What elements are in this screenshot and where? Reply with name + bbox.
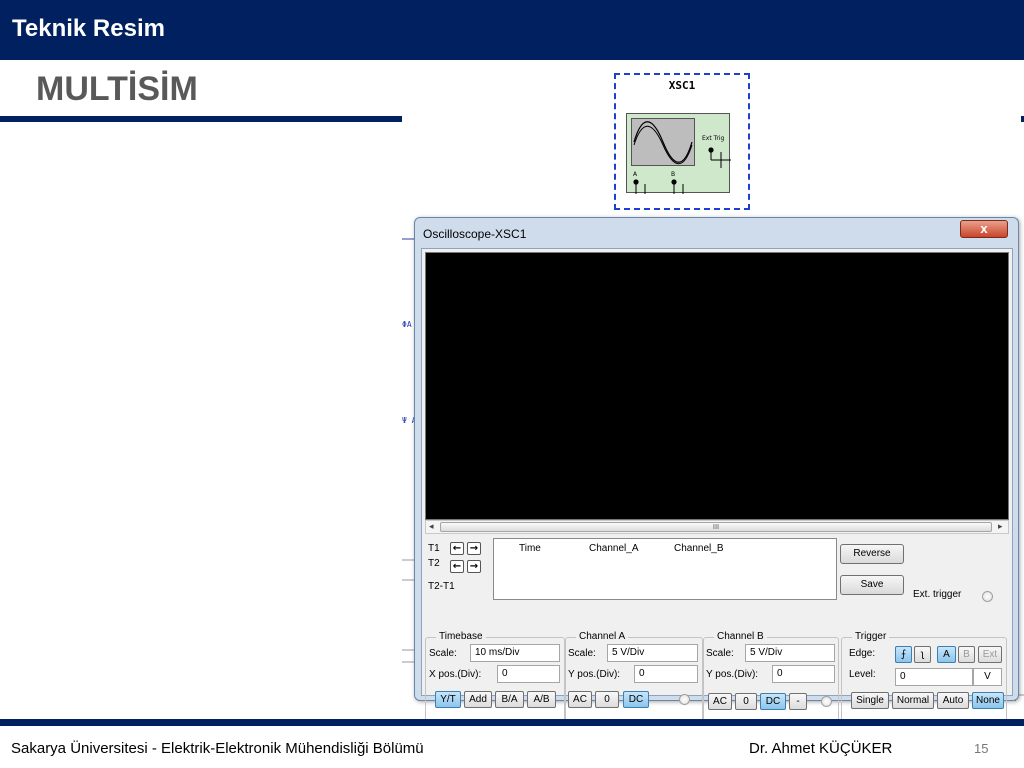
window-title: Oscilloscope-XSC1: [423, 227, 527, 241]
channel-b-group: Channel B Scale: 5 V/Div Y pos.(Div): 0 …: [703, 631, 839, 723]
t2-right-arrow-icon[interactable]: →: [467, 560, 481, 573]
timebase-xpos-field[interactable]: 0: [497, 665, 560, 683]
measure-header-time: Time: [519, 543, 541, 554]
channel-b-radio[interactable]: [821, 696, 832, 707]
trigger-edge-label: Edge:: [849, 648, 876, 659]
measure-header-channel-a: Channel_A: [589, 543, 639, 554]
channel-b-ypos-field[interactable]: 0: [772, 665, 835, 683]
channel-b-minus-button[interactable]: -: [789, 693, 807, 710]
trigger-single-button[interactable]: Single: [851, 692, 889, 709]
channel-a-scale-field[interactable]: 5 V/Div: [607, 644, 698, 662]
channel-b-ac-button[interactable]: AC: [708, 693, 732, 710]
channel-b-ypos-label: Y pos.(Div):: [706, 669, 759, 680]
pin-b-label: B: [671, 171, 676, 178]
footer-institution: Sakarya Üniversitesi - Elektrik-Elektron…: [11, 740, 424, 757]
schematic-label-a: ΦA: [402, 320, 412, 329]
rising-edge-icon[interactable]: ⨍: [895, 646, 912, 663]
t1-right-arrow-icon[interactable]: →: [467, 542, 481, 555]
oscilloscope-window[interactable]: Oscilloscope-XSC1 x ◂ III ▸ T1 ← → T2 ← …: [414, 217, 1019, 723]
channel-b-dc-button[interactable]: DC: [760, 693, 786, 710]
t1-left-arrow-icon[interactable]: ←: [450, 542, 464, 555]
trigger-none-button[interactable]: None: [972, 692, 1004, 709]
ext-trigger-radio[interactable]: [982, 591, 993, 602]
timebase-scale-label: Scale:: [429, 648, 457, 659]
close-icon: x: [980, 221, 988, 236]
channel-b-scale-field[interactable]: 5 V/Div: [745, 644, 835, 662]
add-button[interactable]: Add: [464, 691, 492, 708]
trigger-title: Trigger: [852, 631, 890, 642]
scroll-right-icon[interactable]: ▸: [998, 521, 1003, 533]
reverse-button[interactable]: Reverse: [840, 544, 904, 564]
timebase-xpos-label: X pos.(Div):: [429, 669, 482, 680]
trigger-level-unit[interactable]: V: [973, 668, 1002, 686]
cursor-t1-label: T1: [428, 543, 440, 554]
header-title: Teknik Resim: [12, 15, 165, 42]
measurement-table: Time Channel_A Channel_B: [493, 538, 837, 600]
scope-display[interactable]: [425, 252, 1009, 520]
channel-a-radio[interactable]: [679, 694, 690, 705]
subtitle-underline: [0, 116, 402, 122]
footer-bar: [0, 719, 1024, 726]
ext-trigger-label: Ext. trigger: [913, 589, 962, 600]
channel-a-ypos-field[interactable]: 0: [634, 665, 698, 683]
trigger-group: Trigger Edge: ⨍ ʅ A B Ext Level: 0 V Sin…: [841, 631, 1007, 723]
timebase-scale-field[interactable]: 10 ms/Div: [470, 644, 560, 662]
channel-b-scale-label: Scale:: [706, 648, 734, 659]
channel-b-title: Channel B: [714, 631, 767, 642]
trigger-source-a-button[interactable]: A: [937, 646, 956, 663]
channel-a-dc-button[interactable]: DC: [623, 691, 649, 708]
falling-edge-icon[interactable]: ʅ: [914, 646, 931, 663]
channel-a-title: Channel A: [576, 631, 629, 642]
timebase-title: Timebase: [436, 631, 486, 642]
instrument-body: Ext Trig A B: [626, 113, 731, 194]
trigger-level-field[interactable]: 0: [895, 668, 973, 686]
a-over-b-button[interactable]: A/B: [527, 691, 556, 708]
b-over-a-button[interactable]: B/A: [495, 691, 524, 708]
slide: Teknik Resim MULTİSİM ΦA Ψ A ran XSC1 E: [0, 0, 1024, 768]
oscilloscope-client: ◂ III ▸ T1 ← → T2 ← → T2-T1 Time Channel…: [421, 248, 1013, 723]
footer-author: Dr. Ahmet KÜÇÜKER: [749, 740, 893, 757]
instrument-terminals: [633, 147, 731, 194]
measure-header-channel-b: Channel_B: [674, 543, 724, 554]
save-button[interactable]: Save: [840, 575, 904, 595]
trigger-normal-button[interactable]: Normal: [892, 692, 934, 709]
trigger-source-b-button[interactable]: B: [958, 646, 975, 663]
trigger-auto-button[interactable]: Auto: [937, 692, 969, 709]
instrument-name: XSC1: [668, 79, 696, 92]
yt-button[interactable]: Y/T: [435, 691, 461, 708]
pin-a-label: A: [633, 171, 638, 178]
channel-a-group: Channel A Scale: 5 V/Div Y pos.(Div): 0 …: [565, 631, 703, 723]
channel-a-ypos-label: Y pos.(Div):: [568, 669, 621, 680]
header-bar: Teknik Resim: [0, 0, 1024, 60]
t2-left-arrow-icon[interactable]: ←: [450, 560, 464, 573]
scroll-left-icon[interactable]: ◂: [429, 521, 434, 533]
oscilloscope-instrument-symbol[interactable]: XSC1 Ext Trig A B: [614, 73, 750, 210]
timebase-group: Timebase Scale: 10 ms/Div X pos.(Div): 0…: [425, 631, 565, 723]
trigger-source-ext-button[interactable]: Ext: [978, 646, 1002, 663]
close-button[interactable]: x: [960, 220, 1008, 238]
channel-b-zero-button[interactable]: 0: [735, 693, 757, 710]
cursor-t2-label: T2: [428, 558, 440, 569]
cursor-t2t1-label: T2-T1: [428, 581, 455, 592]
page-number: 15: [974, 741, 989, 756]
horizontal-scrollbar[interactable]: ◂ III ▸: [425, 520, 1009, 534]
slide-subtitle: MULTİSİM: [36, 70, 198, 108]
trigger-level-label: Level:: [849, 669, 876, 680]
channel-a-zero-button[interactable]: 0: [595, 691, 619, 708]
channel-a-ac-button[interactable]: AC: [568, 691, 592, 708]
channel-a-scale-label: Scale:: [568, 648, 596, 659]
scroll-thumb[interactable]: III: [440, 522, 992, 532]
